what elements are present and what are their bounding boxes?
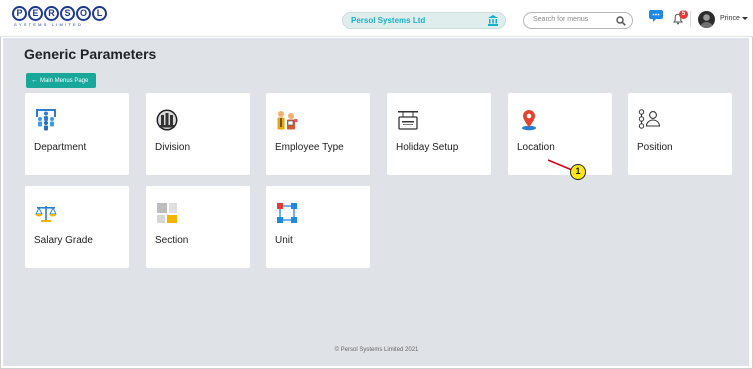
company-name: Persol Systems Ltd xyxy=(351,16,426,25)
card-label: Employee Type xyxy=(275,142,344,153)
card-employee-type[interactable]: Employee Type xyxy=(266,93,370,175)
employee-type-icon xyxy=(277,111,298,130)
card-label: Position xyxy=(637,142,673,153)
holiday-sign-icon xyxy=(398,111,418,130)
main-menus-page-button[interactable]: ← Main Menus Page xyxy=(26,73,96,88)
logo-letter: S xyxy=(60,6,75,21)
card-holiday-setup[interactable]: Holiday Setup xyxy=(387,93,491,175)
avatar[interactable] xyxy=(698,11,715,28)
location-pin-icon xyxy=(522,110,536,131)
user-photo-icon xyxy=(700,14,713,28)
page-title: Generic Parameters xyxy=(24,46,157,62)
position-icon xyxy=(638,109,660,129)
logo-letters: P E R S O L xyxy=(12,6,112,21)
menu-search[interactable]: Search for menus xyxy=(523,12,633,29)
logo-letter: P xyxy=(12,6,27,21)
card-section[interactable]: Section xyxy=(146,186,250,268)
back-button-label: Main Menus Page xyxy=(40,78,89,84)
header-divider xyxy=(690,11,691,27)
logo-subtext: SYSTEMS LIMITED xyxy=(14,22,84,27)
unit-icon xyxy=(277,203,297,223)
card-label: Department xyxy=(34,142,87,153)
section-icon xyxy=(157,203,177,223)
logo-letter: E xyxy=(28,6,43,21)
card-unit[interactable]: Unit xyxy=(266,186,370,268)
footer-copyright: © Persol Systems Limited 2021 xyxy=(334,347,419,353)
logo-letter: O xyxy=(76,6,91,21)
notification-badge: 5 xyxy=(679,10,688,19)
card-salary-grade[interactable]: Salary Grade xyxy=(25,186,129,268)
division-icon xyxy=(156,109,178,131)
step-callout-badge: 1 xyxy=(570,164,586,180)
persol-logo[interactable]: P E R S O L SYSTEMS LIMITED xyxy=(12,6,112,32)
arrow-left-icon: ← xyxy=(31,77,38,84)
card-department[interactable]: Department xyxy=(25,93,129,175)
card-label: Holiday Setup xyxy=(396,142,459,153)
card-label: Location xyxy=(517,142,555,153)
logo-letter: L xyxy=(92,6,107,21)
top-navbar: P E R S O L SYSTEMS LIMITED Persol Syste… xyxy=(0,0,753,37)
scales-icon xyxy=(35,206,57,222)
card-label: Section xyxy=(155,235,189,246)
chevron-down-icon[interactable] xyxy=(742,17,748,20)
card-label: Salary Grade xyxy=(34,235,93,246)
search-input[interactable]: Search for menus xyxy=(533,16,588,23)
logo-letter: R xyxy=(44,6,59,21)
chat-icon[interactable] xyxy=(649,9,663,23)
card-division[interactable]: Division xyxy=(146,93,250,175)
department-icon xyxy=(36,109,56,131)
card-label: Division xyxy=(155,142,191,153)
card-label: Unit xyxy=(275,235,293,246)
company-selector[interactable]: Persol Systems Ltd xyxy=(342,12,506,29)
card-position[interactable]: Position xyxy=(628,93,732,175)
user-menu-name[interactable]: Prince xyxy=(720,15,740,22)
bank-icon xyxy=(488,15,498,26)
search-icon[interactable] xyxy=(616,16,626,26)
